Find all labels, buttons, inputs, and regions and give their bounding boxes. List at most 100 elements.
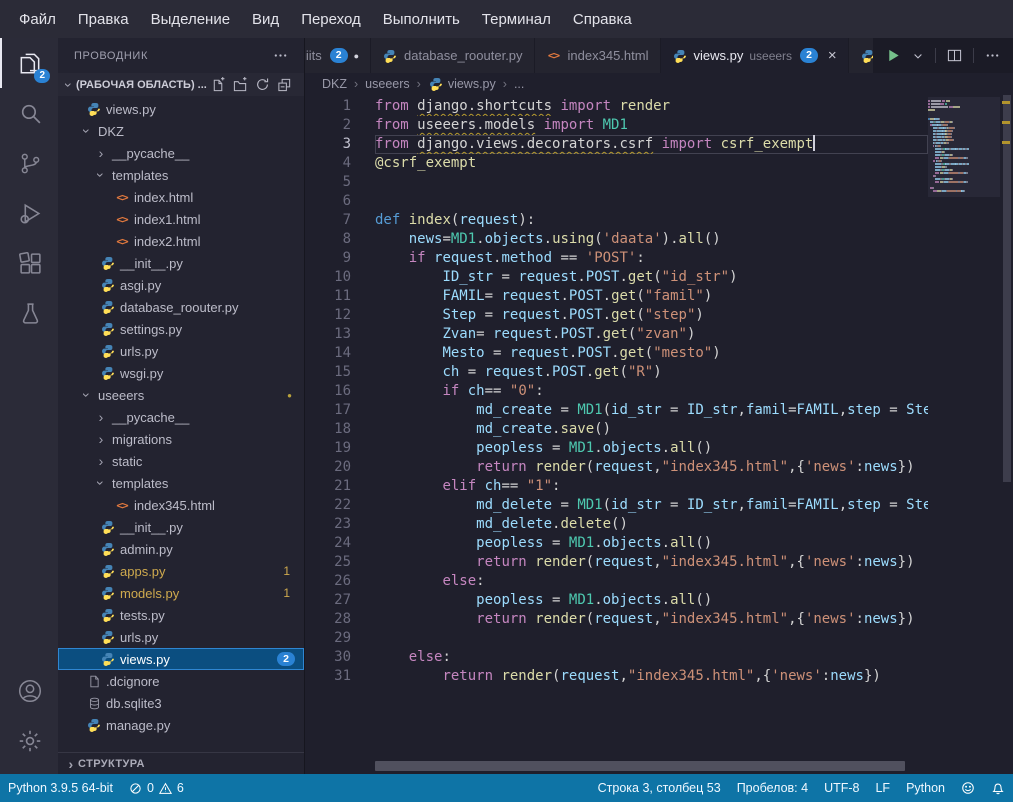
code-line-16[interactable]: 16 if ch== "0": (305, 382, 928, 401)
explorer-icon[interactable]: 2 (0, 38, 58, 88)
code-line-18[interactable]: 18 md_create.save() (305, 420, 928, 439)
source-control-icon[interactable] (0, 138, 58, 188)
run-debug-icon[interactable] (0, 188, 58, 238)
tree-folder-useeers[interactable]: ›useeers● (58, 384, 304, 406)
code-line-3[interactable]: 3from django.views.decorators.csrf impor… (305, 135, 928, 154)
more-actions-icon[interactable] (273, 48, 288, 63)
tree-file-apps.py[interactable]: apps.py1 (58, 560, 304, 582)
menu-item-3[interactable]: Выделение (140, 6, 241, 33)
code-line-14[interactable]: 14 Mesto = request.POST.get("mesto") (305, 344, 928, 363)
tree-file-index345.html[interactable]: <>index345.html (58, 494, 304, 516)
code-line-22[interactable]: 22 md_delete = MD1(id_str = ID_str,famil… (305, 496, 928, 515)
minimap[interactable] (928, 97, 1000, 193)
code-line-6[interactable]: 6 (305, 192, 928, 211)
code-line-28[interactable]: 28 return render(request,"index345.html"… (305, 610, 928, 629)
tab-iiits[interactable]: iiits2● (305, 38, 371, 73)
menu-item-2[interactable]: Правка (67, 6, 140, 33)
encoding[interactable]: UTF-8 (816, 774, 867, 802)
menu-item-8[interactable]: Справка (562, 6, 643, 33)
tree-file-index2.html[interactable]: <>index2.html (58, 230, 304, 252)
code-line-2[interactable]: 2from useeers.models import MD1 (305, 116, 928, 135)
code-line-29[interactable]: 29 (305, 629, 928, 648)
vertical-scrollbar-thumb[interactable] (1003, 95, 1011, 482)
new-file-icon[interactable] (211, 77, 226, 92)
horizontal-scrollbar[interactable] (375, 761, 927, 771)
tree-folder-__pycache__[interactable]: ›__pycache__ (58, 142, 304, 164)
vertical-scrollbar[interactable] (1000, 95, 1013, 774)
tree-file-models.py[interactable]: models.py1 (58, 582, 304, 604)
feedback-icon[interactable] (953, 774, 983, 802)
tree-file-.dcignore[interactable]: .dcignore (58, 670, 304, 692)
tree-file-db.sqlite3[interactable]: db.sqlite3 (58, 692, 304, 714)
code-line-11[interactable]: 11 FAMIL= request.POST.get("famil") (305, 287, 928, 306)
breadcrumb[interactable]: DKZ›useeers›views.py›... (305, 73, 1013, 95)
tree-file-settings.py[interactable]: settings.py (58, 318, 304, 340)
accounts-icon[interactable] (0, 666, 58, 716)
code-line-24[interactable]: 24 peopless = MD1.objects.all() (305, 534, 928, 553)
tree-file-__init__.py[interactable]: __init__.py (58, 252, 304, 274)
tree-folder-static[interactable]: ›static (58, 450, 304, 472)
tree-file-index1.html[interactable]: <>index1.html (58, 208, 304, 230)
tree-folder-DKZ[interactable]: ›DKZ (58, 120, 304, 142)
refresh-icon[interactable] (255, 77, 270, 92)
workspace-section-header[interactable]: › (РАБОЧАЯ ОБЛАСТЬ) ... (58, 73, 304, 96)
tab-database_roouter.py[interactable]: database_roouter.py (371, 38, 535, 73)
more-actions-icon[interactable] (985, 48, 1000, 63)
code-line-27[interactable]: 27 peopless = MD1.objects.all() (305, 591, 928, 610)
language-mode[interactable]: Python (898, 774, 953, 802)
tree-file-index.html[interactable]: <>index.html (58, 186, 304, 208)
tree-file-asgi.py[interactable]: asgi.py (58, 274, 304, 296)
breadcrumb-item-DKZ[interactable]: DKZ (322, 77, 347, 91)
menu-item-4[interactable]: Вид (241, 6, 290, 33)
tree-file-__init__.py[interactable]: __init__.py (58, 516, 304, 538)
code-line-7[interactable]: 7def index(request): (305, 211, 928, 230)
problems[interactable]: 06 (121, 774, 192, 802)
tree-file-wsgi.py[interactable]: wsgi.py (58, 362, 304, 384)
code-line-26[interactable]: 26 else: (305, 572, 928, 591)
tab-views.py[interactable]: views.pyuseeers2× (661, 38, 849, 73)
code-line-21[interactable]: 21 elif ch== "1": (305, 477, 928, 496)
code-line-12[interactable]: 12 Step = request.POST.get("step") (305, 306, 928, 325)
tree-folder-__pycache__[interactable]: ›__pycache__ (58, 406, 304, 428)
tree-file-urls.py[interactable]: urls.py (58, 626, 304, 648)
chevron-down-icon[interactable] (912, 50, 924, 62)
breadcrumb-item-...[interactable]: ... (514, 77, 524, 91)
search-icon[interactable] (0, 88, 58, 138)
code-line-23[interactable]: 23 md_delete.delete() (305, 515, 928, 534)
code-line-20[interactable]: 20 return render(request,"index345.html"… (305, 458, 928, 477)
eol[interactable]: LF (867, 774, 898, 802)
close-icon[interactable]: × (828, 47, 837, 64)
tree-folder-migrations[interactable]: ›migrations (58, 428, 304, 450)
testing-icon[interactable] (0, 288, 58, 338)
outline-section-header[interactable]: › СТРУКТУРА (58, 752, 304, 774)
code-editor[interactable]: 1from django.shortcuts import render2fro… (305, 95, 1013, 774)
tree-file-admin.py[interactable]: admin.py (58, 538, 304, 560)
tree-file-tests.py[interactable]: tests.py (58, 604, 304, 626)
code-line-10[interactable]: 10 ID_str = request.POST.get("id_str") (305, 268, 928, 287)
tab-index345.html[interactable]: <>index345.html (535, 38, 661, 73)
tree-file-database_roouter.py[interactable]: database_roouter.py (58, 296, 304, 318)
code-line-15[interactable]: 15 ch = request.POST.get("R") (305, 363, 928, 382)
tree-folder-templates[interactable]: ›templates (58, 472, 304, 494)
code-line-30[interactable]: 30 else: (305, 648, 928, 667)
menu-item-5[interactable]: Переход (290, 6, 372, 33)
breadcrumb-item-useeers[interactable]: useeers (365, 77, 409, 91)
code-line-1[interactable]: 1from django.shortcuts import render (305, 97, 928, 116)
code-line-8[interactable]: 8 news=MD1.objects.using('daata').all() (305, 230, 928, 249)
code-line-5[interactable]: 5 (305, 173, 928, 192)
indentation[interactable]: Пробелов: 4 (729, 774, 816, 802)
settings-gear-icon[interactable] (0, 716, 58, 766)
tree-file-urls.py[interactable]: urls.py (58, 340, 304, 362)
tree-file-manage.py[interactable]: manage.py (58, 714, 304, 736)
run-icon[interactable] (886, 48, 901, 63)
tree-file-views.py[interactable]: views.py2 (58, 648, 304, 670)
code-line-25[interactable]: 25 return render(request,"index345.html"… (305, 553, 928, 572)
tree-folder-templates[interactable]: ›templates (58, 164, 304, 186)
bell-icon[interactable] (983, 774, 1013, 802)
tree-file-views.py[interactable]: views.py (58, 98, 304, 120)
new-folder-icon[interactable] (233, 77, 248, 92)
menu-item-6[interactable]: Выполнить (372, 6, 471, 33)
extensions-icon[interactable] (0, 238, 58, 288)
code-line-19[interactable]: 19 peopless = MD1.objects.all() (305, 439, 928, 458)
menu-item-7[interactable]: Терминал (471, 6, 562, 33)
